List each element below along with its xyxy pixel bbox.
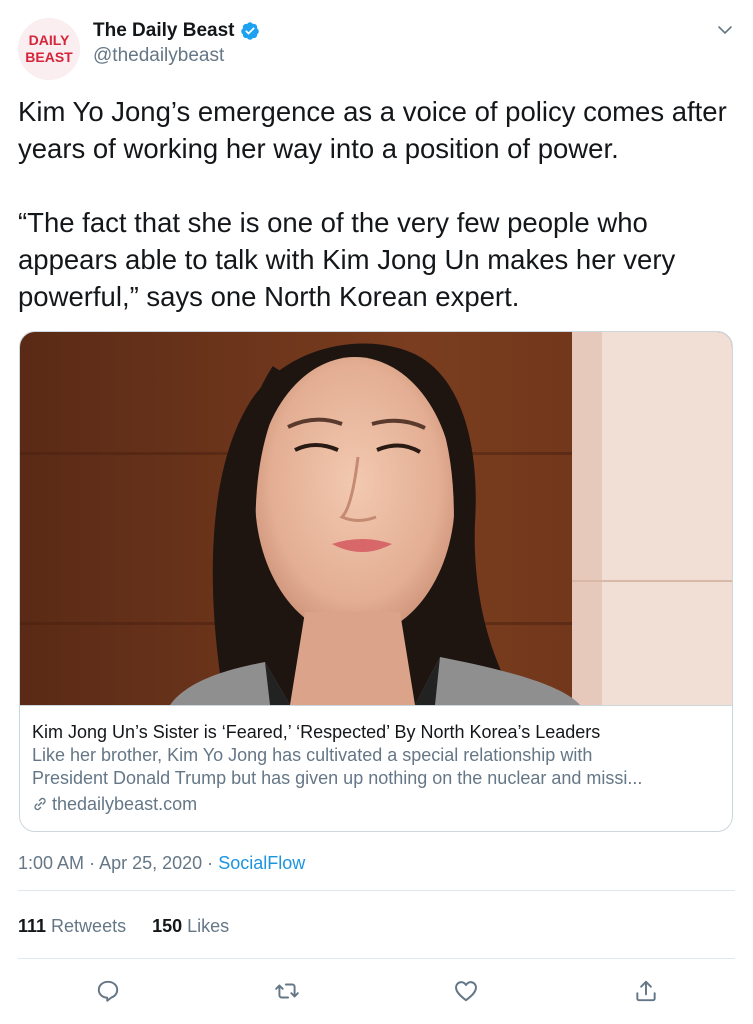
tweet-text: Kim Yo Jong’s emergence as a voice of po… xyxy=(18,93,738,315)
retweets-stat[interactable]: 111 Retweets xyxy=(18,916,126,937)
card-description-line-1: Like her brother, Kim Yo Jong has cultiv… xyxy=(32,745,593,765)
retweet-icon[interactable] xyxy=(274,978,300,1004)
card-domain[interactable]: thedailybeast.com xyxy=(32,792,720,816)
likes-count: 150 xyxy=(152,916,183,936)
verified-icon xyxy=(240,22,259,40)
tweet-source[interactable]: SocialFlow xyxy=(218,853,305,873)
likes-stat[interactable]: 150 Likes xyxy=(152,916,229,937)
divider xyxy=(18,890,735,891)
author-block[interactable]: The Daily Beast @thedailybeast xyxy=(93,20,260,67)
card-domain-text[interactable]: thedailybeast.com xyxy=(52,792,197,816)
tweet-date[interactable]: Apr 25, 2020 xyxy=(99,853,202,873)
divider xyxy=(18,958,735,959)
retweets-label: Retweets xyxy=(51,916,127,936)
chevron-down-icon[interactable] xyxy=(717,22,733,38)
card-title[interactable]: Kim Jong Un’s Sister is ‘Feared,’ ‘Respe… xyxy=(32,720,720,744)
author-name[interactable]: The Daily Beast xyxy=(93,20,235,42)
action-bar xyxy=(0,972,753,1012)
card-description-line-2: President Donald Trump but has given up … xyxy=(32,768,643,788)
meta-separator: · xyxy=(207,853,214,873)
like-icon[interactable] xyxy=(453,978,479,1004)
avatar-logo-line2: BEAST xyxy=(25,49,73,65)
tweet-time[interactable]: 1:00 AM xyxy=(18,853,84,873)
meta-separator: · xyxy=(89,853,96,873)
tweet-paragraph-2: “The fact that she is one of the very fe… xyxy=(18,207,676,312)
link-icon xyxy=(34,797,46,811)
tweet-container: DAILY BEAST The Daily Beast @thedailybea… xyxy=(0,0,753,1024)
card-description: Like her brother, Kim Yo Jong has cultiv… xyxy=(32,744,720,790)
likes-label: Likes xyxy=(187,916,230,936)
card-body[interactable]: Kim Jong Un’s Sister is ‘Feared,’ ‘Respe… xyxy=(20,705,732,831)
tweet-meta: 1:00 AM · Apr 25, 2020 · SocialFlow xyxy=(18,853,305,874)
author-handle[interactable]: @thedailybeast xyxy=(93,45,260,67)
share-icon[interactable] xyxy=(633,978,659,1004)
card-image[interactable] xyxy=(20,332,732,705)
tweet-paragraph-1: Kim Yo Jong’s emergence as a voice of po… xyxy=(18,96,727,164)
avatar[interactable]: DAILY BEAST xyxy=(18,18,80,80)
reply-icon[interactable] xyxy=(95,978,121,1004)
retweets-count: 111 xyxy=(18,916,47,936)
avatar-logo-line1: DAILY xyxy=(29,32,70,48)
link-card[interactable]: Kim Jong Un’s Sister is ‘Feared,’ ‘Respe… xyxy=(19,331,733,832)
tweet-stats: 111 Retweets 150 Likes xyxy=(18,916,255,937)
